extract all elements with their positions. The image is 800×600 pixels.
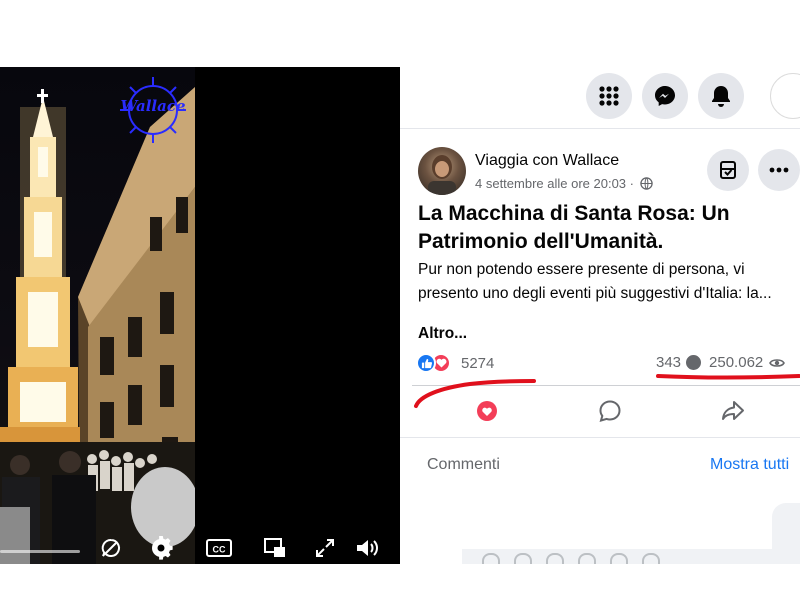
channel-logo: Wallace [116,75,190,145]
gear-icon [152,536,173,560]
top-navigation [400,67,800,129]
settings-button[interactable] [148,536,174,560]
post-body: Pur non potendo essere presente di perso… [418,261,772,302]
cc-icon: CC [206,539,232,557]
volume-button[interactable] [354,536,380,560]
messenger-button[interactable] [642,73,688,119]
notifications-button[interactable] [698,73,744,119]
author-avatar[interactable] [418,147,466,195]
captions-off-button[interactable] [98,536,124,560]
progress-bar[interactable] [0,550,80,553]
reaction-count: 5274 [461,354,495,372]
comment-composer[interactable] [462,549,800,564]
avatar-sticker-icon[interactable] [546,553,564,564]
screenshot: Wallace CC Viaggia con Wallace 4 settemb… [0,0,800,600]
sticker-icon[interactable] [482,553,500,564]
gif-icon[interactable] [610,553,628,564]
menu-button[interactable] [586,73,632,119]
video-frame: Wallace [0,67,195,564]
views-count: 250.062 [709,354,764,371]
grid-menu-icon [599,86,619,106]
heart-icon [477,401,497,421]
timestamp-text: 4 settembre alle ore 20:03 · [475,176,638,191]
sticker-pack-icon[interactable] [642,553,660,564]
bell-icon [712,86,730,107]
like-reaction-icon [416,353,436,373]
eye-icon [769,358,786,367]
author-name[interactable]: Viaggia con Wallace [475,152,619,170]
globe-icon [639,177,653,190]
reactions-summary[interactable]: 5274 [416,352,494,374]
captions-off-icon [101,539,120,557]
captions-button[interactable]: CC [206,536,232,560]
more-options-button[interactable] [758,149,800,191]
share-arrow-icon [722,401,744,420]
composer-toolbar [482,553,660,564]
pip-icon [264,538,285,557]
comment-count-icon [686,355,702,370]
divider [412,385,800,386]
comments-count[interactable]: 343 [656,354,681,371]
logo-text: Wallace [120,97,186,115]
facebook-post-panel: Viaggia con Wallace 4 settembre alle ore… [400,67,800,564]
video-letterbox [195,67,400,564]
share-button[interactable] [678,389,788,433]
video-controls: CC [0,530,400,564]
speaker-icon [357,540,378,556]
show-all-comments-link[interactable]: Mostra tutti [710,456,789,474]
post-title: La Macchina di Santa Rosa: Un Patrimonio… [418,202,730,253]
emoji-icon[interactable] [514,553,532,564]
video-player[interactable]: Wallace CC [0,67,400,564]
post-timestamp[interactable]: 4 settembre alle ore 20:03 · [475,176,653,191]
archive-box-icon [720,161,736,179]
camera-icon[interactable] [578,553,596,564]
love-button[interactable] [432,389,542,433]
divider [400,437,800,438]
engagement-stats: 343 250.062 [656,354,786,371]
see-more-link[interactable]: Altro... [418,325,467,343]
comment-bubble-icon [599,400,621,422]
save-post-button[interactable] [707,149,749,191]
comment-button[interactable] [555,389,665,433]
expand-icon [316,539,334,557]
picture-in-picture-button[interactable] [262,536,288,560]
profile-avatar-button[interactable] [770,73,800,119]
post-actions [400,389,800,433]
messenger-icon [655,86,675,106]
svg-text:CC: CC [213,545,226,555]
fullscreen-button[interactable] [312,536,338,560]
comments-heading: Commenti [427,456,500,473]
ellipsis-icon [769,167,789,173]
